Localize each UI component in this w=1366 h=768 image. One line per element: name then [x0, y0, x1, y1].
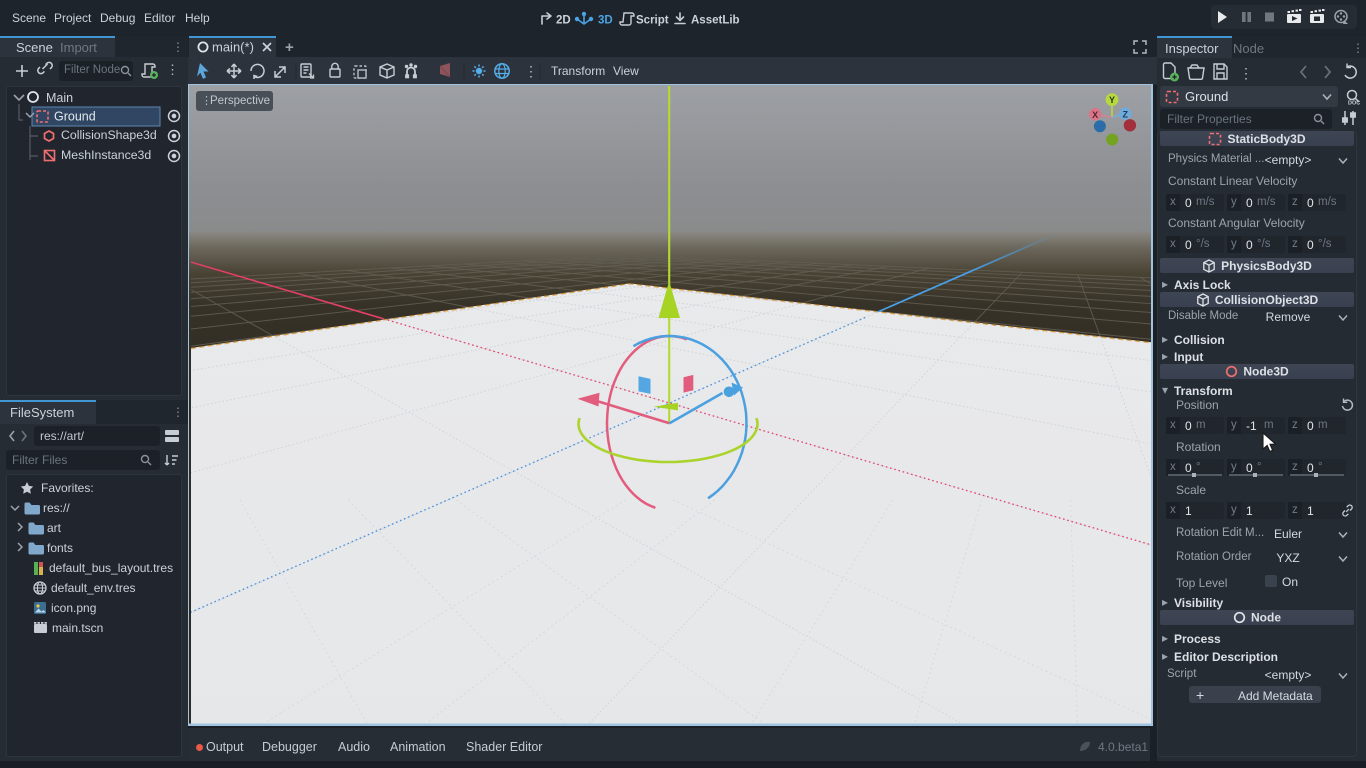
svg-text:Z: Z [1122, 109, 1128, 119]
svg-text:res://: res:// [43, 501, 70, 515]
svg-text:main(*): main(*) [212, 40, 254, 54]
svg-text:default_env.tres: default_env.tres [51, 581, 136, 595]
svg-text:Transform: Transform [551, 64, 605, 78]
svg-text:X: X [1092, 110, 1098, 120]
svg-text:CollisionShape3d: CollisionShape3d [61, 128, 157, 142]
svg-text:main.tscn: main.tscn [52, 621, 103, 635]
svg-text:MeshInstance3d: MeshInstance3d [61, 148, 151, 162]
svg-text:DOC: DOC [1348, 101, 1360, 107]
svg-text:3D: 3D [598, 15, 613, 27]
svg-text:Main: Main [46, 91, 73, 105]
svg-text:AssetLib: AssetLib [691, 15, 740, 27]
svg-text:Y: Y [1109, 95, 1115, 105]
svg-text:icon.png: icon.png [51, 601, 96, 615]
svg-text:2D: 2D [556, 15, 571, 27]
svg-text:Favorites:: Favorites: [41, 481, 94, 495]
svg-text:art: art [47, 521, 62, 535]
svg-text:default_bus_layout.tres: default_bus_layout.tres [49, 561, 173, 575]
svg-text:View: View [613, 64, 639, 78]
svg-text:Ground: Ground [54, 110, 96, 124]
svg-text:fonts: fonts [47, 541, 73, 555]
svg-text:⋮: ⋮ [524, 63, 538, 79]
svg-text:Script: Script [636, 15, 669, 27]
svg-text:⋮: ⋮ [1239, 65, 1253, 81]
